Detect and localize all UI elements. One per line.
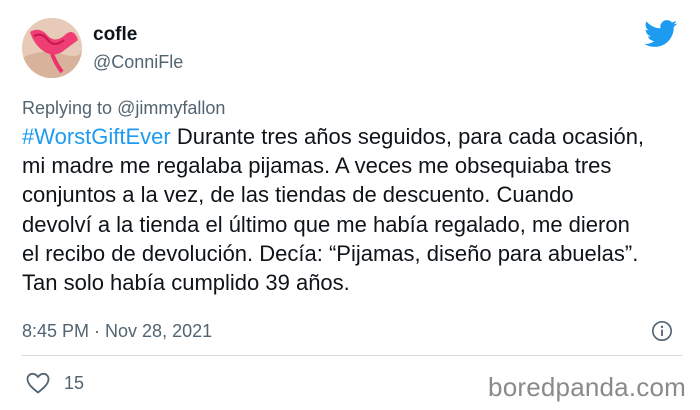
hashtag-link[interactable]: #WorstGiftEver [22, 124, 171, 149]
avatar[interactable] [22, 18, 82, 78]
tweet-text-line: Tan solo había cumplido 39 años. [22, 270, 350, 296]
tweet-text-segment: Durante tres años seguidos, para cada oc… [170, 124, 645, 149]
tweet-text-line: #WorstGiftEver Durante tres años seguido… [22, 122, 687, 151]
divider [22, 355, 682, 356]
replying-to-label: Replying to [22, 98, 118, 118]
author-display-name[interactable]: cofle [93, 24, 137, 46]
tweet-text-line: mi madre me regalaba pijamas. A veces me… [22, 153, 612, 179]
replying-to: Replying to @jimmyfallon [22, 96, 225, 120]
twitter-bird-icon[interactable] [644, 20, 678, 48]
boredpanda-watermark: boredpanda.com [488, 372, 686, 402]
tweet-text: #WorstGiftEver Durante tres años seguido… [22, 122, 687, 297]
tweet-text-line: conjuntos a la vez, de las tiendas de de… [22, 182, 574, 208]
tweet-text-line: devolví a la tienda el último que me hab… [22, 211, 630, 237]
author-handle[interactable]: @ConniFle [93, 51, 183, 73]
reply-mention-link[interactable]: @jimmyfallon [117, 98, 225, 118]
like-count: 15 [64, 373, 85, 393]
avatar-image [22, 18, 82, 78]
heart-icon[interactable] [26, 372, 50, 394]
tweet-text-line: el recibo de devolución. Decía: “Pijamas… [22, 240, 639, 266]
tweet-timestamp[interactable]: 8:45 PM · Nov 28, 2021 [22, 319, 212, 343]
info-icon[interactable] [651, 320, 673, 342]
